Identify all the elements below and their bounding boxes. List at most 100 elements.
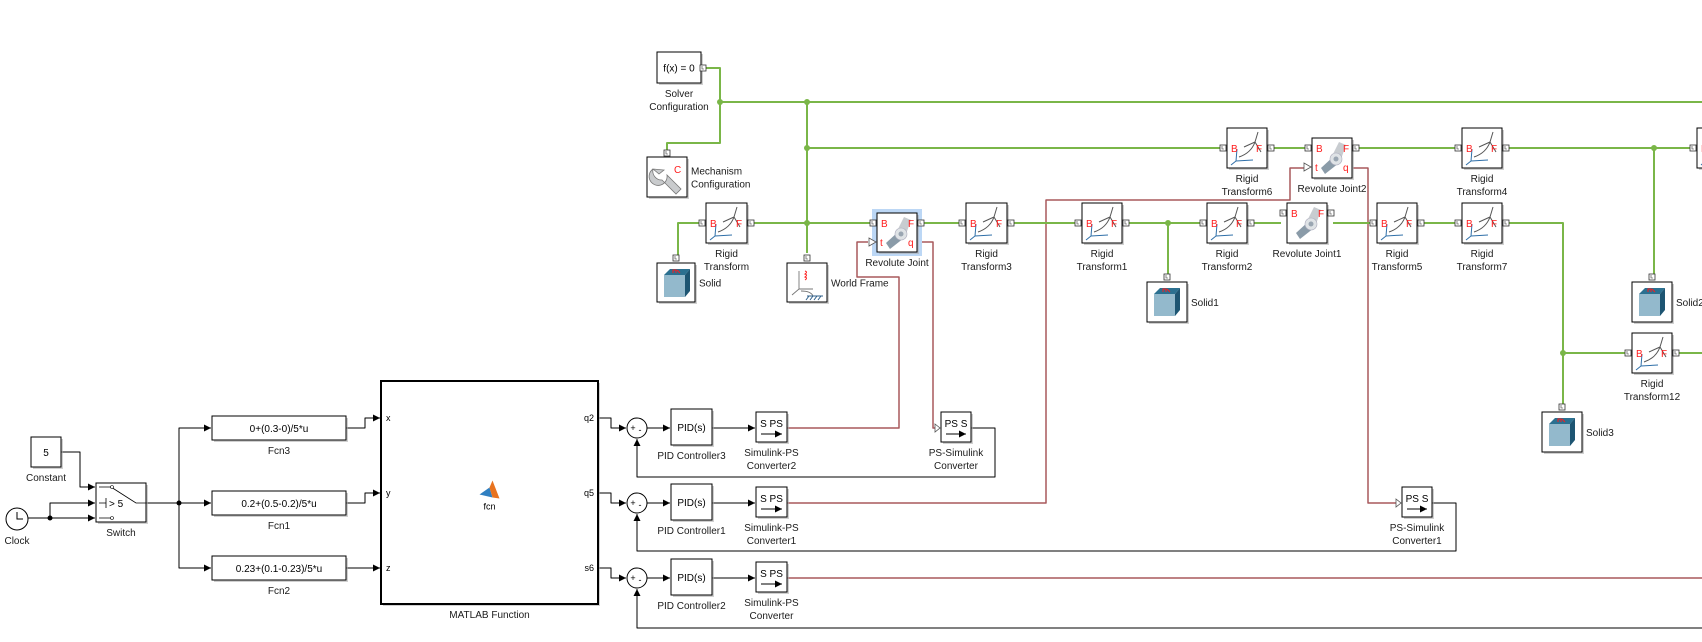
- rigid-transform6-block[interactable]: B F Rigid Transform6: [1219, 127, 1275, 198]
- branch-point: [804, 220, 810, 226]
- physical-port[interactable]: [1247, 219, 1255, 227]
- physical-port[interactable]: [958, 219, 966, 227]
- block-label: Simulink-PS: [744, 598, 799, 609]
- converter-text: S PS: [760, 569, 783, 580]
- block-label: Transform5: [1372, 262, 1423, 273]
- rigid-transform4-block[interactable]: B F Rigid Transform4: [1454, 127, 1510, 198]
- physical-port[interactable]: [747, 219, 755, 227]
- rigid-transform2-block[interactable]: B F Rigid Transform2: [1199, 202, 1255, 273]
- block-label: Transform7: [1457, 262, 1508, 273]
- physical-port[interactable]: [1279, 209, 1287, 217]
- physical-port[interactable]: [1417, 219, 1425, 227]
- port-label-b: B: [1636, 349, 1643, 360]
- block-label: Constant: [26, 473, 66, 484]
- port-label-t: t: [1315, 163, 1318, 174]
- port-label-q: q: [908, 238, 914, 249]
- block-label: Clock: [4, 536, 30, 547]
- solid-cube-icon: [1639, 288, 1665, 316]
- revolute-joint-block[interactable]: B Ft q Revolute Joint: [865, 209, 929, 269]
- physical-port[interactable]: [1304, 144, 1312, 152]
- rigid-transform5-block[interactable]: B F Rigid Transform5: [1369, 202, 1425, 273]
- physical-port[interactable]: [1199, 219, 1207, 227]
- canvas-background: [0, 0, 1702, 642]
- port-label-f: F: [1236, 219, 1242, 230]
- port-label-f: F: [1111, 219, 1117, 230]
- rigid-transform-block[interactable]: B F Rigid Transform: [698, 202, 755, 273]
- block-label: Transform3: [961, 262, 1012, 273]
- port-label-f: F: [1661, 349, 1667, 360]
- block-label: Converter: [934, 461, 979, 472]
- block-label: Rigid: [1386, 249, 1409, 260]
- physical-port[interactable]: [1502, 144, 1510, 152]
- physical-port[interactable]: [1267, 144, 1275, 152]
- physical-port[interactable]: [1648, 273, 1656, 281]
- matlab-function-block[interactable]: fcn x q2 y q5 z s6 MATLAB Function: [380, 380, 600, 621]
- block-label: Rigid: [1216, 249, 1239, 260]
- physical-port[interactable]: [1219, 144, 1227, 152]
- mechanism-letter: C: [674, 165, 681, 176]
- converter-text: PS S: [1406, 494, 1429, 505]
- output-port-label: q2: [584, 413, 594, 423]
- physical-port[interactable]: [1454, 219, 1462, 227]
- rigid-transform1-block[interactable]: B F Rigid Transform1: [1074, 202, 1130, 273]
- solver-configuration-block[interactable]: f(x) = 0 Solver Configuration: [649, 51, 709, 113]
- port-label-f: F: [996, 219, 1002, 230]
- output-port-label: s6: [584, 563, 594, 573]
- block-label: Rigid: [1471, 249, 1494, 260]
- physical-port[interactable]: [1454, 144, 1462, 152]
- port-label-b: B: [1086, 219, 1093, 230]
- port-label-f: F: [1406, 219, 1412, 230]
- port-label-f: F: [1343, 144, 1349, 155]
- port-label-f: F: [1491, 144, 1497, 155]
- physical-port[interactable]: [1672, 349, 1680, 357]
- block-label: Configuration: [649, 102, 708, 113]
- physical-port[interactable]: [1122, 219, 1130, 227]
- physical-port[interactable]: [1352, 144, 1360, 152]
- branch-point: [1165, 220, 1171, 226]
- block-label: Solid: [699, 279, 721, 290]
- physical-port[interactable]: [1502, 219, 1510, 227]
- physical-port[interactable]: [1163, 273, 1171, 281]
- block-text: 0.2+(0.5-0.2)/5*u: [241, 499, 316, 510]
- physical-port[interactable]: [1689, 144, 1697, 152]
- rigid-transform3-block[interactable]: B F Rigid Transform3: [958, 202, 1015, 273]
- block-label: Fcn3: [268, 446, 291, 457]
- port-label-f: F: [1256, 144, 1262, 155]
- physical-port[interactable]: [1624, 349, 1632, 357]
- port-label-b: B: [1291, 209, 1298, 220]
- physical-port[interactable]: [698, 219, 706, 227]
- sum-sign-plus: +: [630, 573, 635, 583]
- block-label: Converter2: [747, 461, 797, 472]
- physical-port[interactable]: [1558, 403, 1566, 411]
- block-label: Rigid: [1091, 249, 1114, 260]
- sum-q5-block[interactable]: + -: [626, 492, 648, 514]
- physical-port[interactable]: [672, 254, 680, 262]
- physical-port[interactable]: [1369, 219, 1377, 227]
- physical-port[interactable]: [917, 219, 925, 227]
- rigid-transform12-block[interactable]: B F Rigid Transform12: [1624, 332, 1681, 403]
- port-label-b: B: [1466, 219, 1473, 230]
- block-label: Rigid: [715, 249, 738, 260]
- simulink-canvas[interactable]: 5 Constant Clock > 5 Switch 0+(0.3-0)/5*u Fcn3…: [0, 0, 1702, 642]
- block-label: Mechanism: [691, 167, 742, 178]
- port-label-b: B: [1211, 219, 1218, 230]
- physical-port[interactable]: [803, 254, 811, 262]
- block-label: Rigid: [1641, 379, 1664, 390]
- physical-port[interactable]: [663, 149, 671, 157]
- rigid-transform7-block[interactable]: B F Rigid Transform7: [1454, 202, 1510, 273]
- physical-port[interactable]: [1327, 209, 1335, 217]
- physical-port[interactable]: [1074, 219, 1082, 227]
- solid-cube-icon: [1549, 418, 1575, 446]
- block-text: 5: [43, 448, 49, 459]
- physical-port[interactable]: [1007, 219, 1015, 227]
- converter-text: S PS: [760, 419, 783, 430]
- block-label: Solid2: [1676, 298, 1702, 309]
- sum-q2-block[interactable]: + -: [626, 417, 648, 439]
- physical-port[interactable]: [869, 219, 877, 227]
- block-label: Transform6: [1222, 187, 1273, 198]
- port-label-f: F: [908, 219, 914, 230]
- block-label: Fcn1: [268, 521, 291, 532]
- sum-s6-block[interactable]: + -: [626, 567, 648, 589]
- constant-block[interactable]: 5 Constant: [26, 436, 66, 484]
- physical-port[interactable]: [699, 64, 707, 72]
